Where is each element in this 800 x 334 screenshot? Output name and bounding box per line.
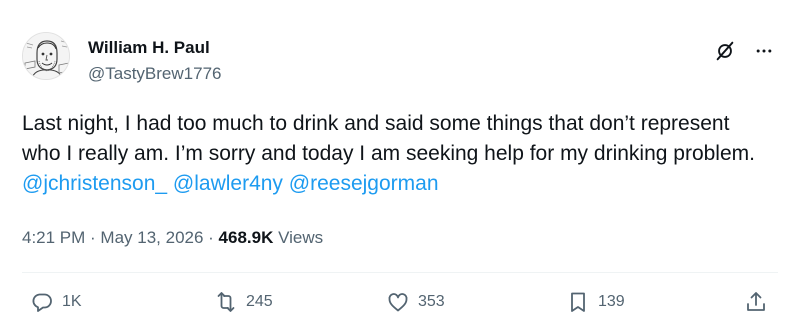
tweet-text: Last night, I had too much to drink and … [22, 109, 762, 199]
share-button[interactable] [744, 290, 768, 314]
reply-count: 1K [62, 293, 82, 310]
bookmark-icon [571, 292, 585, 312]
meta-separator: · [203, 228, 219, 247]
repost-icon [217, 292, 235, 312]
author-handle[interactable]: @TastyBrew1776 [88, 64, 222, 84]
tweet-body-text: Last night, I had too much to drink and … [22, 112, 755, 165]
share-icon [747, 292, 765, 311]
mention-link[interactable]: @jchristenson_ [22, 172, 167, 195]
mention-link[interactable]: @reesejgorman [289, 172, 439, 195]
reply-icon [32, 293, 52, 312]
author-display-name[interactable]: William H. Paul [88, 38, 222, 58]
avatar[interactable] [22, 32, 70, 80]
meta-separator: · [85, 228, 101, 247]
repost-count: 245 [246, 293, 273, 310]
author-info: William H. Paul @TastyBrew1776 [88, 38, 222, 84]
divider [22, 272, 778, 273]
avatar-sketch-icon [23, 33, 69, 79]
tweet-time[interactable]: 4:21 PM [22, 228, 85, 247]
bookmark-count: 139 [598, 293, 625, 310]
mention-link[interactable]: @lawler4ny [173, 172, 283, 195]
tweet-card: William H. Paul @TastyBrew1776 Last nigh… [0, 0, 800, 334]
more-icon[interactable] [754, 41, 774, 61]
heart-icon [388, 293, 408, 312]
tweet-meta: 4:21 PM · May 13, 2026 · 468.9K Views [22, 226, 323, 250]
bookmark-button[interactable]: 139 [566, 290, 625, 314]
repost-button[interactable]: 245 [214, 290, 273, 314]
views-count[interactable]: 468.9K [219, 228, 274, 247]
tweet-date[interactable]: May 13, 2026 [100, 228, 203, 247]
reply-button[interactable]: 1K [30, 290, 82, 314]
like-button[interactable]: 353 [386, 290, 445, 314]
grok-icon[interactable] [714, 40, 736, 62]
like-count: 353 [418, 293, 445, 310]
views-label: Views [273, 228, 324, 247]
top-actions [714, 40, 774, 62]
